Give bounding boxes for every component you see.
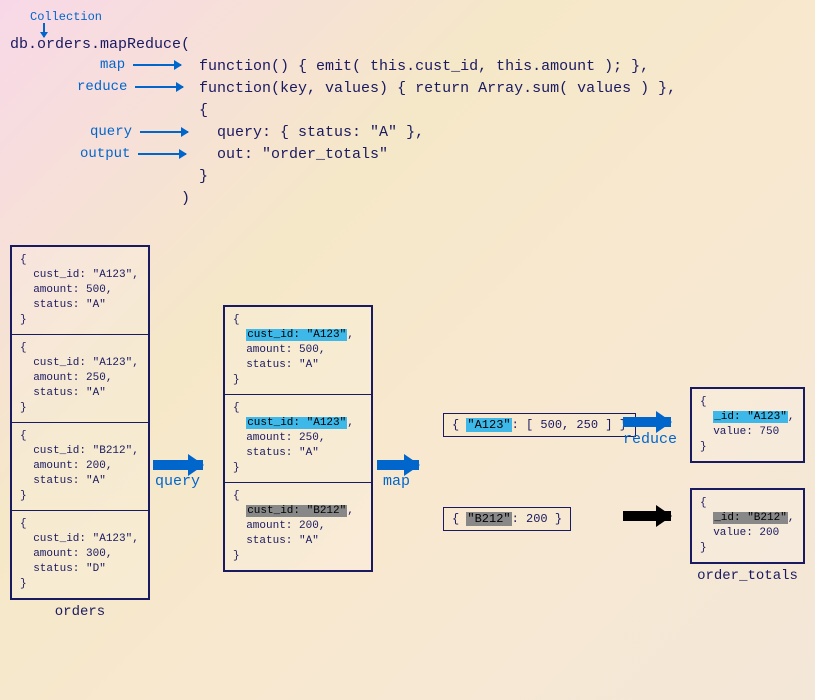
code-line: { (10, 100, 805, 122)
arrow-right-icon (138, 153, 186, 155)
stage-label-reduce: reduce (623, 431, 677, 448)
collection-name: orders (10, 604, 150, 620)
annotation-output: output (80, 146, 186, 162)
output-doc: { _id: "B212", value: 200 } (691, 489, 804, 563)
stage-label-query: query (155, 473, 200, 490)
output-collection: { _id: "A123", value: 750 } { _id: "B212… (690, 387, 805, 584)
collection-name: order_totals (690, 568, 805, 584)
annotation-label: query (90, 124, 132, 140)
collection-label: Collection (30, 10, 805, 24)
arrow-right-icon (133, 64, 181, 66)
annotation-label: output (80, 146, 130, 162)
arrow-right-icon (140, 131, 188, 133)
orders-collection: { cust_id: "A123", amount: 500, status: … (10, 245, 150, 620)
output-doc: { _id: "A123", value: 750 } (691, 388, 804, 462)
filtered-doc: { cust_id: "A123", amount: 500, status: … (224, 306, 372, 395)
map-arrow-icon (377, 460, 419, 470)
reduce-arrow-icon (623, 417, 671, 427)
arrow-right-icon (135, 86, 183, 88)
mapped-doc-a: { "A123": [ 500, 250 ] } (443, 413, 636, 437)
annotation-query: query (90, 124, 188, 140)
code-block: Collection db.orders.mapReduce( function… (5, 5, 810, 215)
passthrough-arrow-icon (623, 511, 671, 521)
code-line: ) (10, 188, 805, 210)
annotation-reduce: reduce (77, 79, 183, 95)
filtered-collection: { cust_id: "A123", amount: 500, status: … (223, 305, 373, 572)
filtered-doc: { cust_id: "A123", amount: 250, status: … (224, 395, 372, 483)
orders-doc: { cust_id: "A123", amount: 250, status: … (11, 335, 149, 423)
code-line: db.orders.mapReduce( (10, 34, 805, 56)
collection-arrow-icon (43, 23, 45, 37)
mapped-doc-b: { "B212": 200 } (443, 507, 571, 531)
filtered-doc: { cust_id: "B212", amount: 200, status: … (224, 483, 372, 571)
mapreduce-diagram: { cust_id: "A123", amount: 500, status: … (5, 245, 810, 695)
orders-doc: { cust_id: "A123", amount: 500, status: … (11, 246, 149, 335)
code-line: } (10, 166, 805, 188)
query-arrow-icon (153, 460, 203, 470)
stage-label-map: map (383, 473, 410, 490)
orders-doc: { cust_id: "A123", amount: 300, status: … (11, 511, 149, 599)
annotation-map: map (100, 57, 181, 73)
orders-doc: { cust_id: "B212", amount: 200, status: … (11, 423, 149, 511)
annotation-label: reduce (77, 79, 127, 95)
annotation-label: map (100, 57, 125, 73)
